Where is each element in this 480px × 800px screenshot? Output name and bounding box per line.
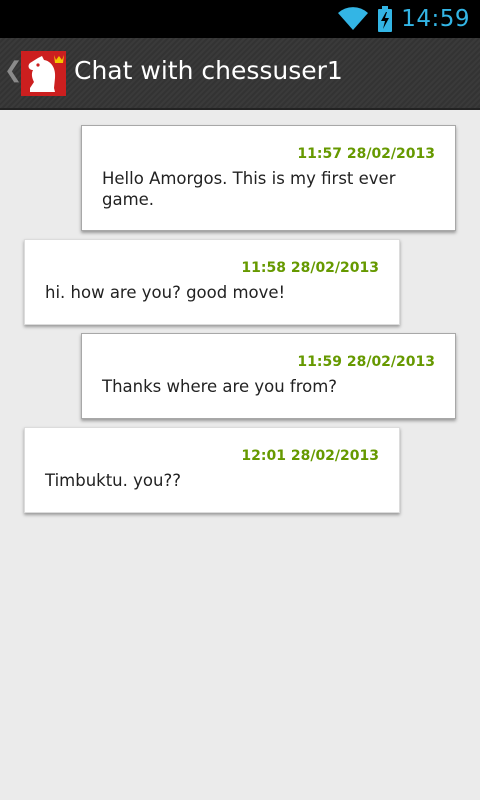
- message-timestamp: 12:01 28/02/2013: [241, 448, 379, 464]
- message-text: Hello Amorgos. This is my first ever gam…: [102, 169, 396, 209]
- chat-message-incoming: 11:58 28/02/2013 hi. how are you? good m…: [24, 239, 400, 325]
- status-bar: 14:59: [0, 0, 480, 38]
- chat-message-outgoing: 11:59 28/02/2013 Thanks where are you fr…: [81, 333, 456, 419]
- chess-knight-crown-icon[interactable]: [21, 51, 66, 96]
- message-text: Timbuktu. you??: [45, 471, 181, 490]
- action-bar: ❮ Chat with chessuser1: [0, 38, 480, 110]
- message-text: Thanks where are you from?: [102, 377, 338, 396]
- chevron-left-icon[interactable]: ❮: [4, 58, 22, 83]
- battery-charging-icon: [378, 6, 393, 32]
- message-text: hi. how are you? good move!: [45, 283, 286, 302]
- page-title: Chat with chessuser1: [74, 56, 343, 85]
- status-clock: 14:59: [401, 6, 470, 32]
- chat-message-outgoing: 11:57 28/02/2013 Hello Amorgos. This is …: [81, 125, 456, 231]
- message-timestamp: 11:58 28/02/2013: [241, 260, 379, 276]
- message-timestamp: 11:57 28/02/2013: [297, 146, 435, 162]
- wifi-icon: [338, 7, 369, 31]
- message-timestamp: 11:59 28/02/2013: [297, 354, 435, 370]
- chat-message-incoming: 12:01 28/02/2013 Timbuktu. you??: [24, 427, 400, 513]
